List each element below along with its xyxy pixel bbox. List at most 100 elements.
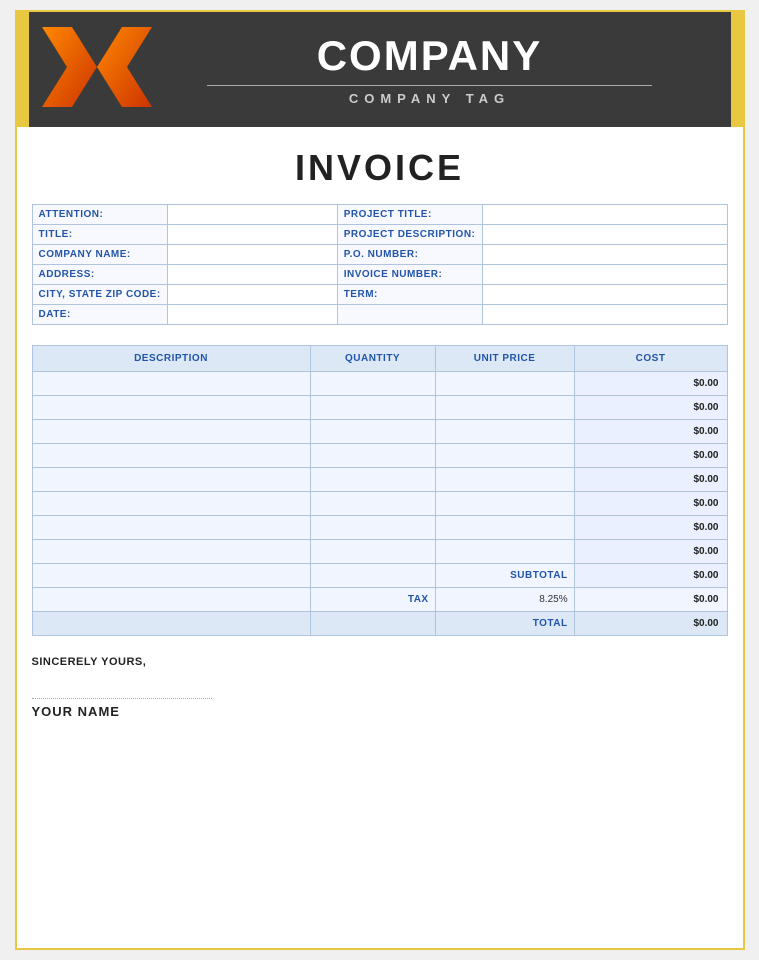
tax-rate[interactable]: 8.25% — [435, 588, 574, 612]
subtotal-empty-desc — [32, 564, 310, 588]
table-row: $0.00 — [32, 468, 727, 492]
label-company-name: COMPANY NAME: — [32, 245, 167, 265]
table-row: $0.00 — [32, 396, 727, 420]
item-price-4[interactable] — [435, 468, 574, 492]
invoice-title-section: INVOICE — [17, 127, 743, 199]
item-price-1[interactable] — [435, 396, 574, 420]
company-tag: COMPANY TAG — [152, 91, 708, 106]
value-title[interactable] — [167, 225, 337, 245]
table-row: $0.00 — [32, 420, 727, 444]
item-cost-6[interactable]: $0.00 — [574, 516, 727, 540]
item-desc-0[interactable] — [32, 372, 310, 396]
billing-row-4: ADDRESS: INVOICE NUMBER: — [32, 265, 727, 285]
value-city-state[interactable] — [167, 285, 337, 305]
item-price-2[interactable] — [435, 420, 574, 444]
col-header-cost: COST — [574, 346, 727, 372]
billing-row-6: DATE: — [32, 305, 727, 325]
your-name: YOUR NAME — [32, 698, 212, 719]
item-qty-3[interactable] — [310, 444, 435, 468]
item-desc-3[interactable] — [32, 444, 310, 468]
subtotal-value[interactable]: $0.00 — [574, 564, 727, 588]
col-header-unit-price: UNIT PRICE — [435, 346, 574, 372]
item-price-0[interactable] — [435, 372, 574, 396]
value-date[interactable] — [167, 305, 337, 325]
invoice-page: COMPANY COMPANY TAG INVOICE ATTENTION: P… — [15, 10, 745, 950]
label-empty-right — [337, 305, 482, 325]
table-row: $0.00 — [32, 516, 727, 540]
item-cost-1[interactable]: $0.00 — [574, 396, 727, 420]
billing-row-1: ATTENTION: PROJECT TITLE: — [32, 205, 727, 225]
company-name: COMPANY — [152, 33, 708, 79]
value-term[interactable] — [482, 285, 727, 305]
label-city-state: CITY, STATE ZIP CODE: — [32, 285, 167, 305]
item-cost-2[interactable]: $0.00 — [574, 420, 727, 444]
item-desc-4[interactable] — [32, 468, 310, 492]
value-invoice-number[interactable] — [482, 265, 727, 285]
item-desc-2[interactable] — [32, 420, 310, 444]
table-row: $0.00 — [32, 372, 727, 396]
item-price-3[interactable] — [435, 444, 574, 468]
label-po-number: P.O. NUMBER: — [337, 245, 482, 265]
label-invoice-number: INVOICE NUMBER: — [337, 265, 482, 285]
subtotal-empty-qty — [310, 564, 435, 588]
label-date: DATE: — [32, 305, 167, 325]
item-desc-7[interactable] — [32, 540, 310, 564]
value-attention[interactable] — [167, 205, 337, 225]
col-header-quantity: QUANTITY — [310, 346, 435, 372]
footer-section: SINCERELY YOURS, YOUR NAME — [17, 641, 743, 948]
label-project-title: PROJECT TITLE: — [337, 205, 482, 225]
item-desc-1[interactable] — [32, 396, 310, 420]
item-qty-0[interactable] — [310, 372, 435, 396]
billing-table: ATTENTION: PROJECT TITLE: TITLE: PROJECT… — [32, 204, 728, 325]
item-cost-0[interactable]: $0.00 — [574, 372, 727, 396]
total-value[interactable]: $0.00 — [574, 612, 727, 636]
item-price-7[interactable] — [435, 540, 574, 564]
billing-row-5: CITY, STATE ZIP CODE: TERM: — [32, 285, 727, 305]
item-cost-4[interactable]: $0.00 — [574, 468, 727, 492]
company-divider — [207, 85, 652, 86]
invoice-title: INVOICE — [17, 147, 743, 189]
value-project-desc[interactable] — [482, 225, 727, 245]
col-header-description: DESCRIPTION — [32, 346, 310, 372]
total-empty-desc — [32, 612, 310, 636]
item-qty-4[interactable] — [310, 468, 435, 492]
item-cost-7[interactable]: $0.00 — [574, 540, 727, 564]
item-cost-3[interactable]: $0.00 — [574, 444, 727, 468]
item-qty-6[interactable] — [310, 516, 435, 540]
tax-empty-desc — [32, 588, 310, 612]
billing-row-3: COMPANY NAME: P.O. NUMBER: — [32, 245, 727, 265]
tax-value[interactable]: $0.00 — [574, 588, 727, 612]
value-empty-right — [482, 305, 727, 325]
table-row: $0.00 — [32, 540, 727, 564]
header-accent-left — [17, 12, 29, 127]
x-logo-icon — [42, 22, 152, 117]
header: COMPANY COMPANY TAG — [17, 12, 743, 127]
sincerely-text: SINCERELY YOURS, — [32, 656, 728, 668]
item-qty-5[interactable] — [310, 492, 435, 516]
items-header-row: DESCRIPTION QUANTITY UNIT PRICE COST — [32, 346, 727, 372]
table-row: $0.00 — [32, 492, 727, 516]
value-po-number[interactable] — [482, 245, 727, 265]
item-qty-1[interactable] — [310, 396, 435, 420]
logo-area — [27, 22, 152, 117]
item-desc-5[interactable] — [32, 492, 310, 516]
value-address[interactable] — [167, 265, 337, 285]
subtotal-row: SUBTOTAL $0.00 — [32, 564, 727, 588]
label-address: ADDRESS: — [32, 265, 167, 285]
total-empty-qty — [310, 612, 435, 636]
value-company-name[interactable] — [167, 245, 337, 265]
subtotal-label: SUBTOTAL — [435, 564, 574, 588]
label-project-desc: PROJECT DESCRIPTION: — [337, 225, 482, 245]
label-attention: ATTENTION: — [32, 205, 167, 225]
item-price-6[interactable] — [435, 516, 574, 540]
table-row: $0.00 — [32, 444, 727, 468]
item-qty-7[interactable] — [310, 540, 435, 564]
item-price-5[interactable] — [435, 492, 574, 516]
billing-row-2: TITLE: PROJECT DESCRIPTION: — [32, 225, 727, 245]
value-project-title[interactable] — [482, 205, 727, 225]
item-cost-5[interactable]: $0.00 — [574, 492, 727, 516]
billing-section: ATTENTION: PROJECT TITLE: TITLE: PROJECT… — [17, 199, 743, 340]
item-qty-2[interactable] — [310, 420, 435, 444]
item-desc-6[interactable] — [32, 516, 310, 540]
items-table: DESCRIPTION QUANTITY UNIT PRICE COST $0.… — [32, 345, 728, 636]
